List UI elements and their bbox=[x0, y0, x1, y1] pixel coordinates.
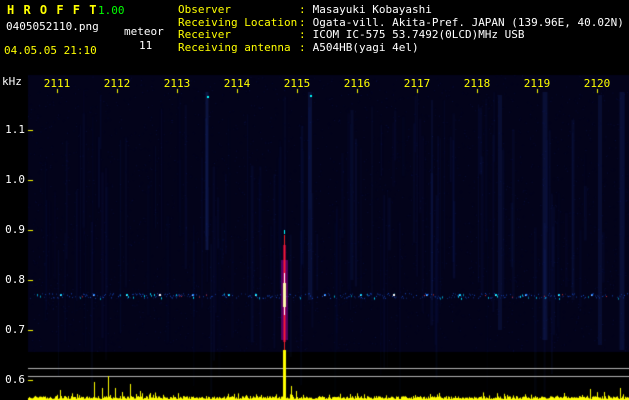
x-tick-2120: 2120 bbox=[583, 77, 611, 90]
x-tick-2119: 2119 bbox=[523, 77, 551, 90]
info-label-2: Receiver bbox=[178, 28, 231, 41]
app-version: 1.00 bbox=[98, 4, 125, 17]
info-row-0: Observer: Masayuki Kobayashi bbox=[178, 3, 624, 17]
y-axis: 1.1 1.0 0.9 0.8 0.7 0.6 bbox=[0, 0, 26, 400]
x-tick-2118: 2118 bbox=[463, 77, 491, 90]
info-label-3: Receiving antenna bbox=[178, 40, 291, 54]
y-tick-0.9: 0.9 bbox=[5, 223, 25, 236]
info-colon-3: : bbox=[299, 40, 306, 54]
meteor-count: 11 bbox=[139, 39, 153, 52]
info-label-0: Observer bbox=[178, 3, 231, 16]
mode-label: meteor bbox=[124, 25, 164, 38]
y-tick-0.6: 0.6 bbox=[5, 373, 25, 386]
hrofft-output: H R O F F T 1.00 0405052110.png meteor 1… bbox=[0, 0, 629, 400]
info-row-2: Receiver: ICOM IC-575 53.7492(0LCD)MHz US… bbox=[178, 28, 624, 42]
x-tick-2111: 2111 bbox=[43, 77, 71, 90]
info-value-3: A504HB(yagi 4el) bbox=[312, 40, 419, 54]
info-value-2: ICOM IC-575 53.7492(0LCD)MHz USB bbox=[312, 28, 525, 41]
info-colon-2: : bbox=[299, 28, 306, 41]
y-tick-0.8: 0.8 bbox=[5, 273, 25, 286]
x-axis: 2111 2112 2113 2114 2115 2116 2117 2118 2119 2120 bbox=[0, 78, 629, 90]
x-tick-2115: 2115 bbox=[283, 77, 311, 90]
y-tick-0.7: 0.7 bbox=[5, 323, 25, 336]
x-tick-2116: 2116 bbox=[343, 77, 371, 90]
x-tick-2117: 2117 bbox=[403, 77, 431, 90]
info-value-0: Masayuki Kobayashi bbox=[312, 3, 432, 16]
info-row-3: Receiving antenna: A504HB(yagi 4el) bbox=[178, 40, 624, 55]
info-colon-0: : bbox=[299, 3, 306, 16]
x-tick-2113: 2113 bbox=[163, 77, 191, 90]
y-tick-1.0: 1.0 bbox=[5, 173, 25, 186]
x-tick-2114: 2114 bbox=[223, 77, 251, 90]
spectrogram-canvas bbox=[0, 0, 629, 400]
y-tick-1.1: 1.1 bbox=[5, 123, 25, 136]
x-tick-2112: 2112 bbox=[103, 77, 131, 90]
station-info: Observer: Masayuki Kobayashi Receiving Loc… bbox=[178, 3, 624, 55]
